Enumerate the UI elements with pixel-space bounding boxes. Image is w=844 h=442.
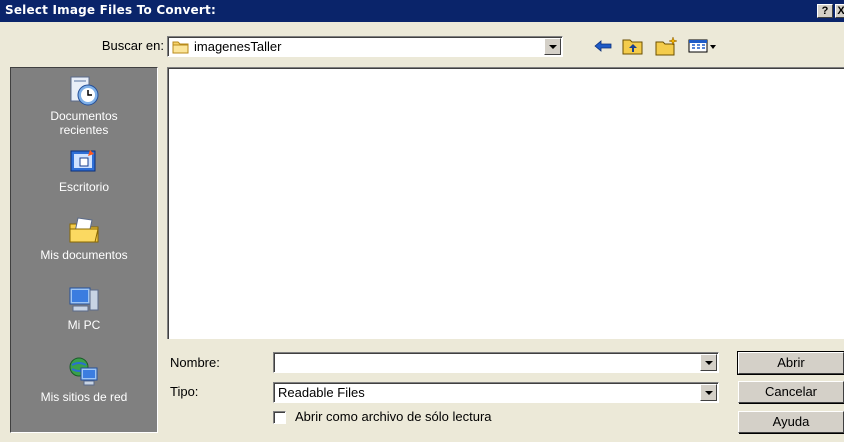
place-label: Documentos recientes bbox=[50, 109, 118, 137]
lookin-dropdown-button[interactable] bbox=[544, 38, 561, 55]
lookin-value: imagenesTaller bbox=[194, 39, 282, 54]
help-button[interactable]: Ayuda bbox=[738, 411, 844, 433]
place-label: Mis sitios de red bbox=[40, 390, 128, 404]
network-places-icon bbox=[69, 357, 98, 386]
open-button[interactable]: Abrir bbox=[737, 351, 844, 375]
place-label: Mis documentos bbox=[40, 248, 128, 262]
place-label: Escritorio bbox=[58, 180, 109, 194]
recent-documents-icon bbox=[70, 76, 99, 106]
filetype-label: Tipo: bbox=[170, 384, 199, 399]
place-desktop[interactable]: Escritorio bbox=[11, 146, 157, 194]
filetype-value: Readable Files bbox=[278, 385, 365, 400]
window-title: Select Image Files To Convert: bbox=[5, 3, 216, 17]
help-title-button[interactable]: ? bbox=[817, 4, 833, 18]
back-arrow-icon[interactable] bbox=[593, 36, 613, 56]
my-documents-icon bbox=[69, 217, 99, 243]
new-folder-icon[interactable] bbox=[655, 36, 679, 56]
filetype-dropdown-button[interactable] bbox=[700, 384, 717, 401]
readonly-checkbox[interactable] bbox=[273, 411, 286, 424]
folder-icon bbox=[172, 41, 189, 54]
desktop-icon bbox=[70, 150, 96, 172]
filename-input[interactable] bbox=[273, 352, 719, 373]
filename-label: Nombre: bbox=[170, 355, 220, 370]
place-my-documents[interactable]: Mis documentos bbox=[11, 214, 157, 262]
my-computer-icon bbox=[69, 287, 99, 312]
place-label: Mi PC bbox=[67, 318, 101, 332]
close-title-button[interactable]: X bbox=[835, 4, 844, 18]
up-folder-icon[interactable] bbox=[622, 36, 644, 56]
file-list[interactable] bbox=[167, 67, 844, 339]
place-my-computer[interactable]: Mi PC bbox=[11, 284, 157, 332]
filename-dropdown-button[interactable] bbox=[700, 354, 717, 371]
lookin-label: Buscar en: bbox=[101, 38, 164, 53]
view-menu-icon[interactable] bbox=[688, 36, 718, 56]
filetype-dropdown[interactable]: Readable Files bbox=[273, 382, 719, 403]
cancel-button[interactable]: Cancelar bbox=[738, 381, 844, 403]
place-recent-documents[interactable]: Documentos recientes bbox=[11, 75, 157, 137]
places-bar: Documentos recientes Escritorio Mis docu… bbox=[10, 67, 158, 433]
lookin-dropdown[interactable]: imagenesTaller bbox=[167, 36, 563, 57]
title-bar: Select Image Files To Convert: ? X bbox=[0, 0, 844, 22]
place-network[interactable]: Mis sitios de red bbox=[11, 356, 157, 404]
readonly-label: Abrir como archivo de sólo lectura bbox=[295, 409, 492, 424]
